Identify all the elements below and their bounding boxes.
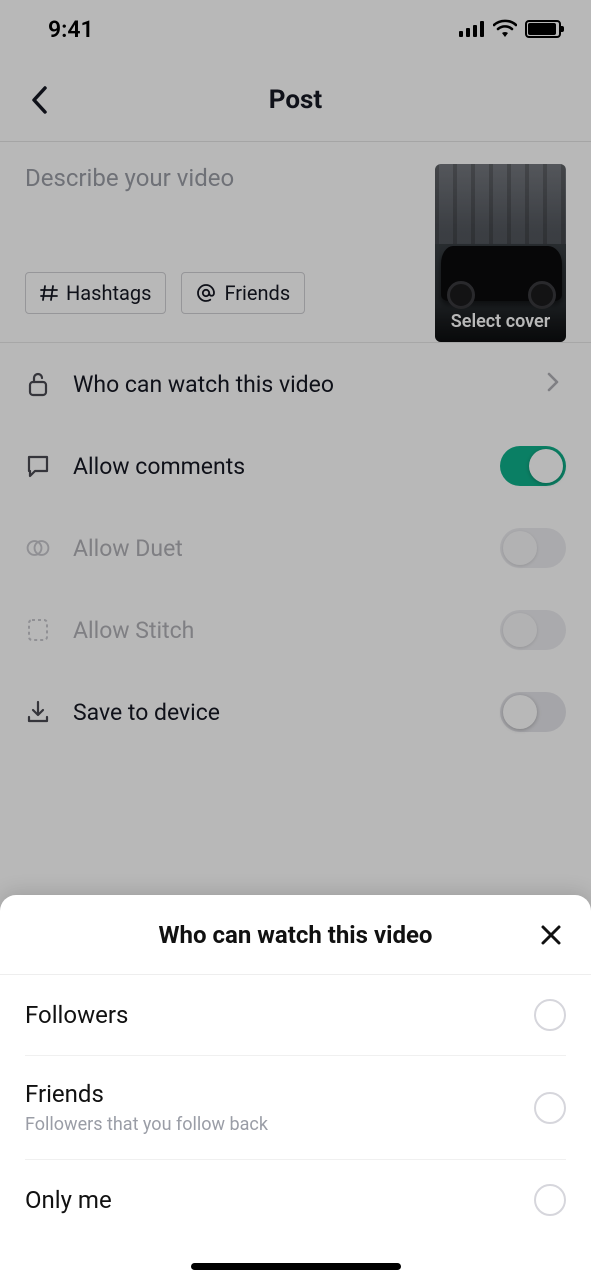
composer-area: Describe your video Hashtags Friends xyxy=(0,142,591,343)
stitch-toggle xyxy=(500,610,566,650)
comments-row: Allow comments xyxy=(25,425,566,507)
description-input[interactable]: Describe your video xyxy=(25,164,419,192)
option-label: Followers xyxy=(25,1001,534,1029)
option-followers[interactable]: Followers xyxy=(25,975,566,1056)
sheet-header: Who can watch this video xyxy=(0,895,591,975)
comments-toggle[interactable] xyxy=(500,446,566,486)
sheet-title: Who can watch this video xyxy=(159,921,433,949)
page-title: Post xyxy=(0,85,591,115)
duet-icon xyxy=(25,535,51,561)
privacy-label: Who can watch this video xyxy=(73,371,524,398)
hashtags-button[interactable]: Hashtags xyxy=(25,272,166,314)
option-only-me[interactable]: Only me xyxy=(25,1160,566,1240)
radio-friends[interactable] xyxy=(534,1092,566,1124)
close-button[interactable] xyxy=(533,917,569,953)
save-label: Save to device xyxy=(73,699,478,726)
privacy-row[interactable]: Who can watch this video xyxy=(25,343,566,425)
download-icon xyxy=(25,699,51,725)
status-time: 9:41 xyxy=(48,16,94,43)
stitch-icon xyxy=(25,617,51,643)
privacy-options: Followers Friends Followers that you fol… xyxy=(0,975,591,1240)
option-friends[interactable]: Friends Followers that you follow back xyxy=(25,1056,566,1160)
duet-label: Allow Duet xyxy=(73,535,478,562)
radio-only-me[interactable] xyxy=(534,1184,566,1216)
status-bar: 9:41 xyxy=(0,0,591,58)
cover-thumbnail xyxy=(441,246,562,301)
comment-icon xyxy=(25,453,51,479)
privacy-sheet: Who can watch this video Followers Frien… xyxy=(0,895,591,1280)
mention-icon xyxy=(196,283,216,303)
lock-icon xyxy=(25,371,51,397)
hashtag-icon xyxy=(40,284,58,302)
wifi-icon xyxy=(493,16,517,43)
duet-toggle xyxy=(500,528,566,568)
save-toggle[interactable] xyxy=(500,692,566,732)
close-icon xyxy=(539,923,563,947)
status-indicators xyxy=(459,16,561,43)
nav-header: Post xyxy=(0,58,591,142)
radio-followers[interactable] xyxy=(534,999,566,1031)
cellular-icon xyxy=(459,16,485,43)
cover-select-button[interactable]: Select cover xyxy=(435,164,566,342)
option-sublabel: Followers that you follow back xyxy=(25,1114,534,1135)
back-button[interactable] xyxy=(18,78,62,122)
save-row: Save to device xyxy=(25,671,566,753)
settings-list: Who can watch this video Allow comments xyxy=(0,343,591,753)
hashtags-label: Hashtags xyxy=(66,281,151,305)
option-label: Friends xyxy=(25,1080,534,1108)
stitch-label: Allow Stitch xyxy=(73,617,478,644)
comments-label: Allow comments xyxy=(73,453,478,480)
option-label: Only me xyxy=(25,1186,534,1214)
home-indicator[interactable] xyxy=(191,1263,401,1270)
stitch-row: Allow Stitch xyxy=(25,589,566,671)
friends-label: Friends xyxy=(224,281,290,305)
chevron-left-icon xyxy=(30,85,50,115)
friends-button[interactable]: Friends xyxy=(181,272,305,314)
cover-label: Select cover xyxy=(435,303,566,342)
battery-icon xyxy=(525,20,561,38)
duet-row: Allow Duet xyxy=(25,507,566,589)
chevron-right-icon xyxy=(546,371,566,397)
